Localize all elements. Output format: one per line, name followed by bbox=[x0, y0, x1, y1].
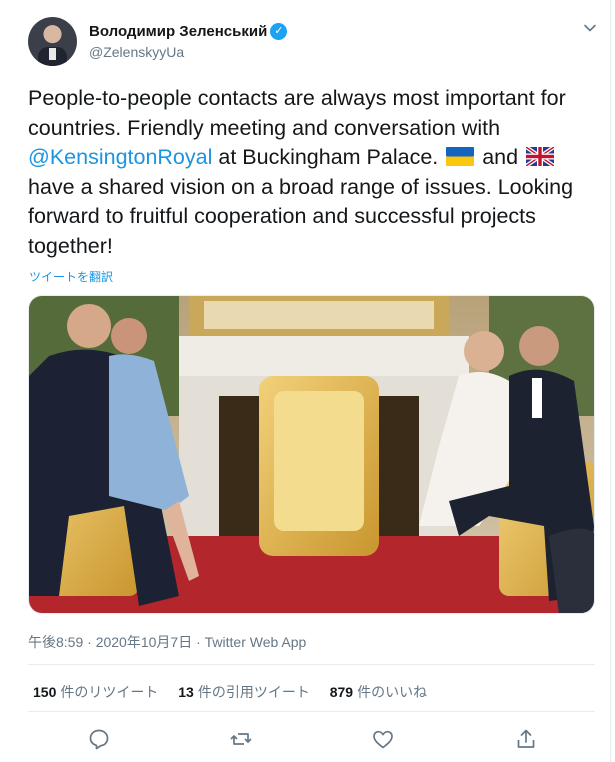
share-icon[interactable] bbox=[514, 727, 538, 751]
user-handle[interactable]: @ZelenskyyUa bbox=[89, 43, 287, 62]
divider bbox=[28, 711, 595, 712]
reply-icon[interactable] bbox=[87, 727, 111, 751]
retweet-icon[interactable] bbox=[229, 727, 253, 751]
verified-badge-icon: ✓ bbox=[270, 23, 288, 40]
mention-link[interactable]: @KensingtonRoyal bbox=[28, 145, 212, 169]
chevron-down-icon[interactable] bbox=[582, 20, 598, 36]
translate-link[interactable]: ツイートを翻訳 bbox=[29, 268, 113, 285]
quotes-stat[interactable]: 13 件の引用ツイート bbox=[178, 682, 310, 702]
likes-stat[interactable]: 879 件のいいね bbox=[330, 682, 427, 702]
tweet-text-part4: have a shared vision on a broad range of… bbox=[28, 174, 574, 258]
quotes-label: 件の引用ツイート bbox=[197, 684, 310, 700]
tweet-photo[interactable] bbox=[28, 295, 595, 614]
avatar-shirt bbox=[49, 48, 56, 60]
tweet-text-part2: at Buckingham Palace. bbox=[212, 145, 445, 170]
retweets-label: 件のリツイート bbox=[60, 684, 159, 700]
tweet-stats: 150 件のリツイート 13 件の引用ツイート 879 件のいいね bbox=[33, 682, 443, 702]
divider bbox=[28, 664, 595, 665]
retweets-stat[interactable]: 150 件のリツイート bbox=[33, 682, 158, 702]
like-icon[interactable] bbox=[371, 727, 395, 751]
photo-illustration bbox=[29, 296, 594, 613]
tweet-actions bbox=[28, 727, 595, 751]
tweet-header: Володимир Зеленський ✓ @ZelenskyyUa bbox=[28, 17, 598, 67]
tweet-text: People-to-people contacts are always mos… bbox=[28, 84, 588, 262]
tweet-card: Володимир Зеленський ✓ @ZelenskyyUa Peopl… bbox=[0, 0, 611, 762]
user-names: Володимир Зеленський ✓ @ZelenskyyUa bbox=[89, 22, 288, 62]
display-name[interactable]: Володимир Зеленський bbox=[89, 22, 267, 41]
tweet-text-part1: People-to-people contacts are always mos… bbox=[28, 86, 566, 140]
quotes-count: 13 bbox=[178, 684, 194, 700]
likes-count: 879 bbox=[329, 684, 354, 700]
tweet-timestamp[interactable]: 午後8:59 · 2020年10月7日 · Twitter Web App bbox=[28, 632, 306, 652]
retweets-count: 150 bbox=[33, 684, 57, 700]
tweet-text-part3: and bbox=[476, 145, 525, 170]
user-avatar[interactable] bbox=[28, 17, 77, 66]
ukraine-flag-icon bbox=[446, 147, 475, 167]
likes-label: 件のいいね bbox=[357, 684, 428, 700]
uk-flag-icon bbox=[526, 147, 555, 167]
